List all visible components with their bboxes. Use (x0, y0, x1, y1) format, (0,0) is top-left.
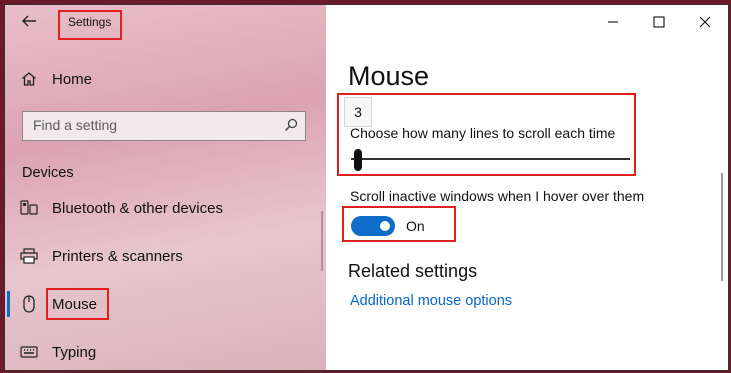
highlight-box (337, 93, 636, 176)
settings-window: Settings Home Devices Bluetooth & other … (4, 4, 729, 371)
highlight-box (342, 206, 456, 242)
sidebar-scrollbar[interactable] (321, 211, 323, 271)
window-controls (590, 5, 728, 39)
search-icon[interactable] (284, 118, 298, 137)
content-scrollbar[interactable] (721, 173, 723, 281)
printer-icon (20, 247, 38, 265)
selected-indicator (7, 291, 10, 317)
main-content: Mouse 3 Choose how many lines to scroll … (326, 5, 728, 370)
sidebar-item-label: Typing (52, 343, 97, 361)
back-arrow-icon[interactable] (15, 9, 43, 37)
home-icon (20, 70, 38, 88)
sidebar-item-label: Bluetooth & other devices (52, 199, 223, 217)
search-box[interactable] (22, 111, 306, 141)
additional-mouse-options-link[interactable]: Additional mouse options (350, 293, 512, 309)
sidebar-item-bluetooth[interactable]: Bluetooth & other devices (20, 199, 223, 217)
sidebar: Settings Home Devices Bluetooth & other … (5, 5, 326, 370)
highlight-box (46, 288, 109, 320)
maximize-icon[interactable] (636, 5, 682, 39)
sidebar-item-label: Printers & scanners (52, 247, 183, 265)
minimize-icon[interactable] (590, 5, 636, 39)
keyboard-icon (20, 343, 38, 361)
sidebar-item-typing[interactable]: Typing (20, 343, 96, 361)
highlight-box (58, 10, 122, 40)
search-input[interactable] (33, 117, 273, 133)
mouse-icon (20, 295, 38, 313)
section-label-devices: Devices (22, 165, 74, 181)
bluetooth-devices-icon (20, 199, 38, 217)
related-settings-heading: Related settings (348, 261, 478, 281)
page-title: Mouse (348, 61, 430, 91)
inactive-scroll-label: Scroll inactive windows when I hover ove… (350, 188, 645, 204)
close-icon[interactable] (682, 5, 728, 39)
sidebar-item-printers[interactable]: Printers & scanners (20, 247, 183, 265)
sidebar-item-home[interactable]: Home (20, 70, 92, 88)
sidebar-item-label: Home (52, 70, 93, 88)
